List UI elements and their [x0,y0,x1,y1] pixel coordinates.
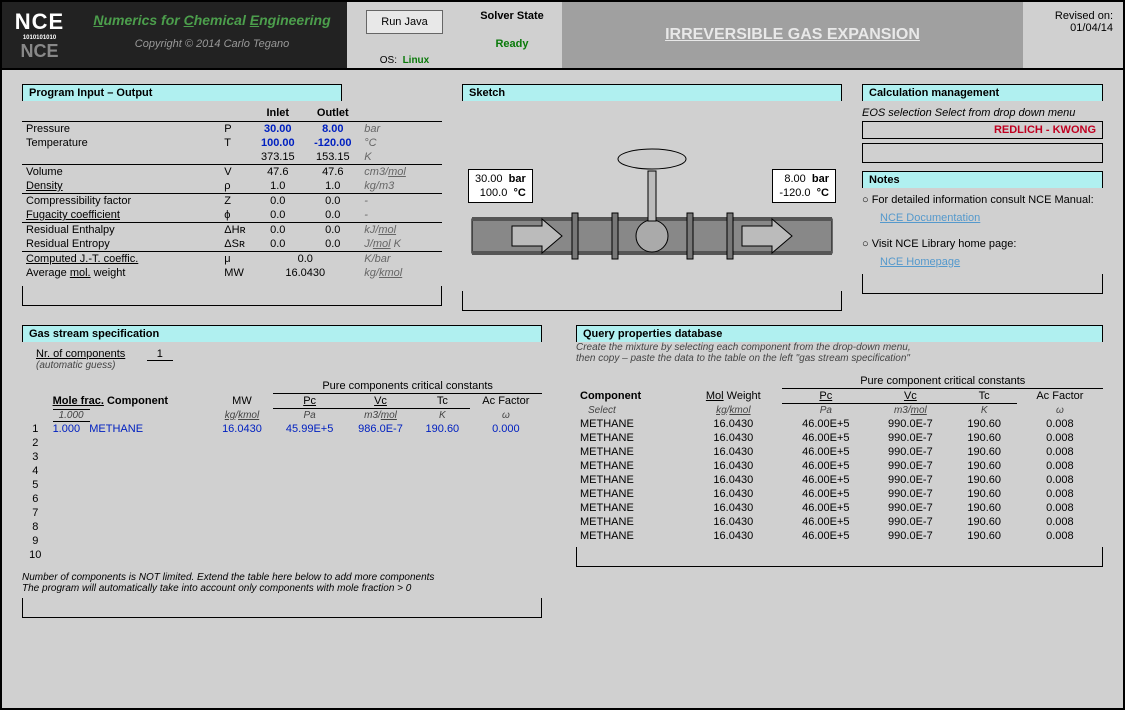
doc-link[interactable]: NCE Documentation [880,212,1103,224]
query-row[interactable]: METHANE16.043046.00E+5990.0E-7190.600.00… [576,515,1103,529]
home-link[interactable]: NCE Homepage [880,256,1103,268]
query-row[interactable]: METHANE16.043046.00E+5990.0E-7190.600.00… [576,431,1103,445]
query-row[interactable]: METHANE16.043046.00E+5990.0E-7190.600.00… [576,529,1103,543]
spec-row[interactable]: 7 [22,506,542,520]
program-io-section: Program Input – Output InletOutlet Press… [22,84,442,311]
query-head: Query properties database [576,325,1103,342]
solver-state: Solver State Ready [462,2,562,68]
spec-row[interactable]: 10 [22,548,542,562]
io-value: 47.6 [305,165,360,180]
io-value[interactable]: -120.00 [305,136,360,150]
gas-spec-section: Gas stream specification Nr. of componen… [22,325,542,618]
io-table: InletOutlet Pressure P 30.00 8.00 barTem… [22,105,442,280]
io-value: 0.0 [305,194,360,209]
query-row[interactable]: METHANE16.043046.00E+5990.0E-7190.600.00… [576,501,1103,515]
io-value: 1.0 [305,179,360,194]
io-value: 1.0 [250,179,305,194]
io-value: 153.15 [305,150,360,165]
header: NCE 1010101010 NCE Numerics for Chemical… [2,2,1123,70]
io-value: 0.0 [250,223,305,238]
io-value: 47.6 [250,165,305,180]
query-row[interactable]: METHANE16.043046.00E+5990.0E-7190.600.00… [576,445,1103,459]
brand-title: Numerics for Chemical Engineering Copyri… [77,2,347,68]
eos-select[interactable]: REDLICH - KWONG [862,121,1103,139]
query-row[interactable]: METHANE16.043046.00E+5990.0E-7190.600.00… [576,417,1103,431]
avg-mw-label: Average mol. weight [26,267,125,279]
query-row[interactable]: METHANE16.043046.00E+5990.0E-7190.600.00… [576,459,1103,473]
query-row[interactable]: METHANE16.043046.00E+5990.0E-7190.600.00… [576,473,1103,487]
logo: NCE 1010101010 NCE [2,2,77,68]
io-value[interactable]: 100.00 [250,136,305,150]
io-value[interactable]: 30.00 [250,122,305,137]
sketch-head: Sketch [462,84,842,101]
nr-components-input[interactable]: 1 [147,348,173,361]
spec-table: Pure components critical constants Mole … [22,379,542,562]
spec-row[interactable]: 4 [22,464,542,478]
query-row[interactable]: METHANE16.043046.00E+5990.0E-7190.600.00… [576,487,1103,501]
run-box: Run Java OS: Linux [347,2,462,68]
calc-head: Calculation management [862,84,1103,101]
spec-row[interactable]: 3 [22,450,542,464]
outlet-readout: 8.00 bar -120.0 °C [772,169,836,203]
io-value[interactable]: 8.00 [305,122,360,137]
spec-row[interactable]: 5 [22,478,542,492]
calc-section: Calculation management EOS selection Sel… [862,84,1103,311]
sketch-section: Sketch 30.00 bar 100.0 °C 8.00 bar -120.… [462,84,842,311]
io-value: 0.0 [250,208,305,223]
spec-row[interactable]: 8 [22,520,542,534]
run-java-button[interactable]: Run Java [366,10,442,34]
spec-row[interactable]: 6 [22,492,542,506]
spec-row[interactable]: 2 [22,436,542,450]
io-value: 0.0 [305,223,360,238]
notes-head: Notes [862,171,1103,188]
inlet-readout: 30.00 bar 100.0 °C [468,169,533,203]
io-value: 0.0 [250,194,305,209]
io-value: 0.0 [305,208,360,223]
revised: Revised on: 01/04/14 [1023,2,1123,68]
spec-row[interactable]: 9 [22,534,542,548]
query-section: Query properties database Create the mix… [576,325,1103,618]
io-value: 373.15 [250,150,305,165]
page-title: IRREVERSIBLE GAS EXPANSION [562,2,1023,68]
spec-head: Gas stream specification [22,325,542,342]
query-table: Pure component critical constants Compon… [576,374,1103,543]
io-head: Program Input – Output [22,84,342,101]
eos-extra-input[interactable] [862,143,1103,163]
io-value: 0.0 [305,237,360,252]
io-value: 0.0 [250,237,305,252]
spec-row[interactable]: 1 1.000 METHANE 16.043045.99E+5 986.0E-7… [22,422,542,436]
